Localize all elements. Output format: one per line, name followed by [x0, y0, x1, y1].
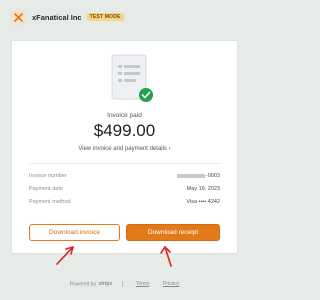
powered-by-label: Powered by — [69, 281, 97, 288]
payment-date-label: Payment date — [29, 186, 63, 192]
invoice-number-label: Invoice number — [29, 173, 67, 179]
invoice-number-value: -0003 — [205, 173, 220, 179]
payment-method-value: Visa •••• 4242 — [186, 199, 220, 205]
download-invoice-button[interactable]: Download invoice — [29, 224, 120, 241]
stripe-brand: stripe — [98, 281, 113, 288]
payment-date-value: May 19, 2023 — [186, 186, 220, 192]
privacy-link[interactable]: Privacy — [163, 281, 179, 287]
payment-method-label: Payment method — [29, 199, 71, 205]
company-logo — [10, 8, 27, 26]
receipt-card: Invoice paid $499.00 View invoice and pa… — [11, 40, 238, 254]
amount-paid: $499.00 — [93, 121, 156, 140]
payment-method-row: Payment method Visa •••• 4242 — [29, 199, 220, 209]
paid-check-icon — [139, 88, 153, 102]
invoice-document-icon — [111, 54, 153, 102]
footer: Powered by stripe Terms Privacy — [0, 281, 249, 287]
page-header: xFanatical Inc TEST MODE — [10, 7, 124, 27]
invoice-paid-label: Invoice paid — [107, 112, 142, 119]
download-receipt-button[interactable]: Download receipt — [126, 224, 220, 241]
divider — [29, 163, 220, 164]
view-invoice-details-link[interactable]: View invoice and payment details › — [12, 146, 237, 152]
footer-separator — [121, 281, 123, 287]
x-logo-icon — [14, 12, 23, 22]
payment-date-row: Payment date May 19, 2023 — [29, 186, 220, 196]
company-name: xFanatical Inc — [32, 12, 82, 22]
terms-link[interactable]: Terms — [136, 281, 150, 287]
test-mode-badge: TEST MODE — [86, 13, 124, 21]
redacted-mark — [176, 173, 205, 178]
invoice-number-row: Invoice number -0003 — [29, 173, 220, 183]
